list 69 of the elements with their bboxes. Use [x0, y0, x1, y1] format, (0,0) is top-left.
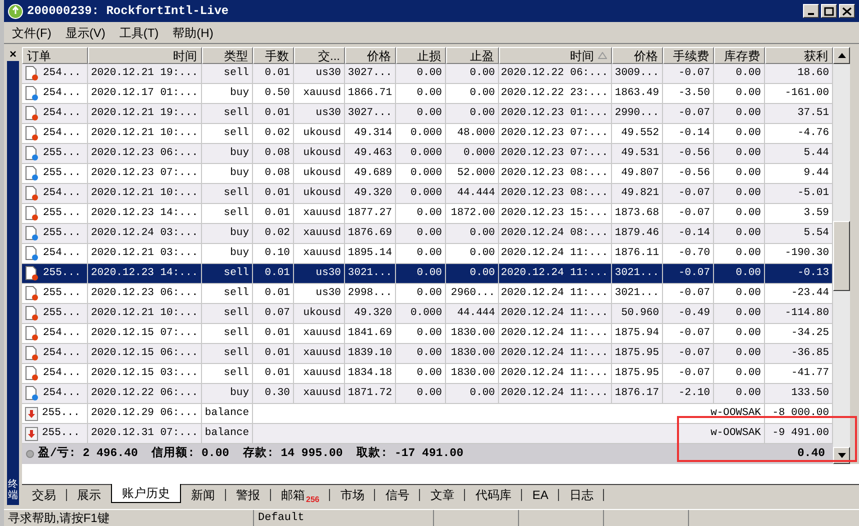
menu-item[interactable]: 帮助(H) [172, 24, 214, 42]
column-header[interactable]: 库存费 [714, 47, 765, 64]
scrollbar[interactable] [833, 47, 850, 464]
tab[interactable]: 日志 [559, 485, 604, 504]
table-row[interactable]: 254... 2020.12.15 03:... sell 0.01 xauusd 1834.18 0.00 1830.00 2020.12.24 11:... 1875.95 -0.07 0.00 -41.77 [22, 364, 833, 384]
table-row[interactable]: 255... 2020.12.31 07:... balance w-OOWSAK -9 491.00 [22, 424, 833, 444]
tab[interactable]: 账户历史 [111, 484, 181, 503]
table-row[interactable]: 255... 2020.12.21 10:... sell 0.07 ukousd 49.320 0.000 44.444 2020.12.24 11:... 50.960 -0.49 0.00 -114.80 [22, 304, 833, 324]
summary-dot-icon [26, 450, 34, 458]
column-header[interactable]: 止盈 [446, 47, 499, 64]
column-header[interactable]: 时间 [499, 47, 612, 64]
table-row[interactable]: 254... 2020.12.21 19:... sell 0.01 us30 3027... 0.00 0.00 2020.12.22 06:... 3009... -0.07 0.00 18.60 [22, 64, 833, 84]
side-label: 终端 [8, 479, 18, 501]
column-header[interactable]: 类型 [202, 47, 253, 64]
minimize-icon [808, 13, 814, 15]
table-row[interactable]: 254... 2020.12.21 03:... buy 0.10 xauusd 1895.14 0.00 0.00 2020.12.24 11:... 1876.11 -0.70 0.00 -190.30 [22, 244, 833, 264]
tab[interactable]: 新闻 [181, 485, 225, 504]
maximize-button[interactable] [821, 4, 837, 18]
column-header[interactable]: 价格 [345, 47, 396, 64]
summary-total: 0.40 [797, 446, 826, 462]
app-logo-icon [8, 4, 23, 18]
table-row[interactable]: 254... 2020.12.15 07:... sell 0.01 xauusd 1841.69 0.00 1830.00 2020.12.24 11:... 1875.94 -0.07 0.00 -34.25 [22, 324, 833, 344]
status-profile: Default [254, 510, 434, 526]
menu-item[interactable]: 工具(T) [119, 24, 159, 42]
close-icon [842, 6, 852, 16]
scroll-down-icon[interactable] [838, 453, 846, 458]
table-row[interactable]: 254... 2020.12.21 10:... sell 0.01 ukousd 49.320 0.000 44.444 2020.12.23 08:... 49.821 -0.07 0.00 -5.01 [22, 184, 833, 204]
table-row[interactable]: 254... 2020.12.21 19:... sell 0.01 us30 3027... 0.00 0.00 2020.12.23 01:... 2990... -0.07 0.00 37.51 [22, 104, 833, 124]
menu-item[interactable]: 文件(F) [12, 24, 52, 42]
table-row[interactable]: 255... 2020.12.23 06:... sell 0.01 us30 2998... 0.00 2960... 2020.12.24 11:... 3021... -0.07 0.00 -23.44 [22, 284, 833, 304]
deposit-arrow-icon [25, 426, 38, 440]
window-title: 200000239: RockfortIntl-Live [27, 3, 229, 20]
column-header[interactable]: 获利 [765, 47, 833, 64]
maximize-icon [824, 6, 834, 16]
column-header[interactable]: 时间 [88, 47, 202, 64]
column-header[interactable]: 手续费 [663, 47, 714, 64]
table-row[interactable]: 255... 2020.12.23 07:... buy 0.08 ukousd 49.689 0.000 52.000 2020.12.23 08:... 49.807 -0.56 0.00 9.44 [22, 164, 833, 184]
table-row[interactable]: 255... 2020.12.29 06:... balance w-OOWSAK -8 000.00 [22, 404, 833, 424]
table-row[interactable]: 255... 2020.12.23 14:... sell 0.01 xauusd 1877.27 0.00 1872.00 2020.12.23 15:... 1873.68 -0.07 0.00 3.59 [22, 204, 833, 224]
minimize-button[interactable] [803, 4, 819, 18]
status-help: 寻求帮助,请按F1键 [4, 510, 254, 526]
summary-text: 盈/亏: 2 496.40 信用额: 0.00 存款: 14 995.00 取款: -17 491.00 [38, 445, 464, 462]
table-row[interactable]: 255... 2020.12.23 06:... buy 0.08 ukousd 49.463 0.000 0.000 2020.12.23 07:... 49.531 -0.56 0.00 5.44 [22, 144, 833, 164]
tab[interactable]: 信号 [375, 485, 420, 504]
close-button[interactable] [839, 4, 855, 18]
column-header[interactable]: 手数 [253, 47, 294, 64]
count-label: 256 [306, 496, 320, 504]
tab[interactable]: 警报 [226, 485, 270, 504]
table-row[interactable]: 255... 2020.12.24 03:... buy 0.02 xauusd 1876.69 0.00 0.00 2020.12.24 08:... 1879.46 -0.14 0.00 5.54 [22, 224, 833, 244]
tab[interactable]: 交易 [22, 485, 66, 504]
menu-item[interactable]: 显示(V) [65, 24, 106, 42]
scroll-thumb[interactable] [833, 220, 850, 290]
table-row[interactable]: 254... 2020.12.22 06:... buy 0.30 xauusd 1871.72 0.00 0.00 2020.12.24 11:... 1876.17 -2.10 0.00 133.50 [22, 384, 833, 404]
column-header[interactable]: 价格 [612, 47, 663, 64]
scroll-up-icon[interactable] [838, 53, 846, 58]
close-panel-button[interactable]: × [9, 47, 16, 61]
tab[interactable]: 代码库 [465, 485, 522, 504]
column-header[interactable]: 交... [294, 47, 345, 64]
tab[interactable]: 市场 [330, 485, 374, 504]
column-header[interactable]: 止损 [396, 47, 446, 64]
table-row[interactable]: 254... 2020.12.15 06:... sell 0.01 xauusd 1839.10 0.00 1830.00 2020.12.24 11:... 1875.95 -0.07 0.00 -36.85 [22, 344, 833, 364]
table-row[interactable]: 255... 2020.12.23 14:... sell 0.01 us30 3021... 0.00 0.00 2020.12.24 11:... 3021... -0.07 0.00 -0.13 [22, 264, 833, 284]
tab[interactable]: EA [522, 485, 558, 504]
table-row[interactable]: 254... 2020.12.17 01:... buy 0.50 xauusd 1866.71 0.00 0.00 2020.12.22 23:... 1863.49 -3.50 0.00 -161.00 [22, 84, 833, 104]
tab[interactable]: 文章 [420, 485, 464, 504]
table-row[interactable]: 254... 2020.12.21 10:... sell 0.02 ukousd 49.314 0.000 48.000 2020.12.23 07:... 49.552 -0.14 0.00 -4.76 [22, 124, 833, 144]
column-header[interactable]: 订单 [22, 47, 88, 64]
deposit-arrow-icon [25, 406, 38, 420]
tab[interactable]: 展示 [67, 485, 111, 504]
